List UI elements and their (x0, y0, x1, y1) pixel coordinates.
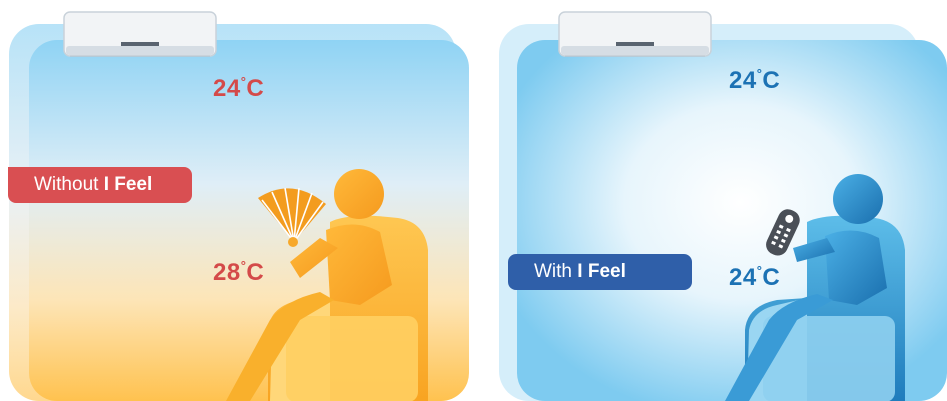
top-temperature-with: 24°C (729, 66, 781, 94)
air-conditioner-icon (63, 11, 217, 57)
bottom-temperature-with: 24°C (729, 263, 781, 291)
room-with-ifeel-graphic (499, 11, 947, 401)
scene-without-ifeel: 24°C 28°C Without I Feel (0, 0, 470, 401)
top-temperature-without: 24°C (213, 74, 265, 102)
scene-with-ifeel: 24°C 24°C With I Feel (477, 0, 947, 401)
with-ifeel-label: With I Feel (508, 254, 692, 290)
air-conditioner-icon (558, 11, 712, 57)
bottom-temperature-without: 28°C (213, 258, 265, 286)
without-ifeel-label: Without I Feel (8, 167, 192, 203)
